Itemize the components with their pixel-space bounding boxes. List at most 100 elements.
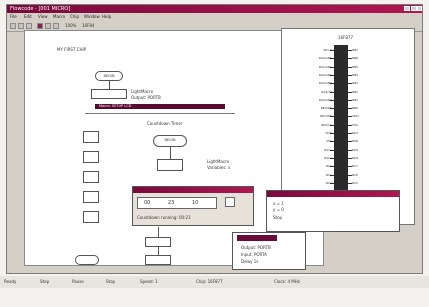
status-bar: Ready Step Pause Stop Speed: 1 Chip: 16F… xyxy=(0,276,429,288)
variable-item[interactable]: y = 0 xyxy=(273,207,284,212)
timer-hours: 00 xyxy=(144,200,151,206)
pin-leg xyxy=(330,174,334,176)
pin-label-right: RB7 xyxy=(352,48,359,52)
pin-label-left: RE2/CS xyxy=(321,122,332,127)
output-node[interactable] xyxy=(145,255,171,265)
connector xyxy=(109,81,110,89)
pin-label-right: RB3 xyxy=(352,81,359,86)
timer-seconds: 10 xyxy=(192,200,199,206)
pin-leg xyxy=(330,74,334,76)
pin-row: RA2/AN2 RB4 xyxy=(282,72,416,79)
timer-dialog-titlebar[interactable]: Timer xyxy=(133,187,253,203)
pin-label-right: RD4 xyxy=(352,155,359,160)
pin-row: RA1/AN1 RB5 xyxy=(282,64,416,71)
side-node[interactable] xyxy=(83,171,99,183)
pin-leg xyxy=(330,116,334,118)
pin-label-left: RA1/AN1 xyxy=(318,64,332,69)
menu-bar: File Edit View Macro Chip Window Help xyxy=(7,13,422,21)
pin-leg xyxy=(330,66,334,68)
window-title: Flowcode - [001 MICRO] xyxy=(10,6,71,12)
loop-sub: Output: PORTB xyxy=(131,95,161,100)
begin-node[interactable]: BEGIN xyxy=(95,71,123,81)
stop-link[interactable]: Stop xyxy=(273,215,282,220)
variables-dialog-titlebar[interactable]: Variables xyxy=(267,191,399,207)
timer-minutes: 23 xyxy=(168,200,175,206)
pin-label-left: MCLR xyxy=(323,48,332,52)
close-button[interactable] xyxy=(417,6,422,11)
flowchart-title: MY FIRST CHIP xyxy=(57,47,87,52)
pin-row: RC2 RC5 xyxy=(282,180,416,187)
call-sub: Variables: x xyxy=(207,165,231,170)
io-dialog-selection[interactable] xyxy=(237,235,277,241)
subroutine-title: Countdown Timer xyxy=(147,121,183,126)
checkbox[interactable] xyxy=(225,197,235,207)
call-node[interactable] xyxy=(157,159,183,171)
pin-label-right: VSS xyxy=(352,122,358,127)
clock-readout: Clock: 4 MHz xyxy=(274,279,300,284)
speed-readout: Speed: 1 xyxy=(140,279,158,284)
pin-label-left: RE0/RD xyxy=(320,106,332,111)
chip-title: 16F877 xyxy=(338,35,354,40)
zoom-level[interactable]: 100% xyxy=(65,22,76,30)
pin-label-left: VDD xyxy=(325,131,332,135)
pin-row: RE1/WR VDD xyxy=(282,113,416,120)
menu-chip[interactable]: Chip xyxy=(70,13,79,21)
pin-row: RA3/AN3 RB3 xyxy=(282,80,416,87)
menu-help[interactable]: Help xyxy=(102,13,111,21)
pause-icon[interactable] xyxy=(45,23,51,29)
side-node[interactable] xyxy=(83,151,99,163)
pin-label-left: RA0/AN0 xyxy=(318,56,332,61)
stop-icon[interactable] xyxy=(53,23,59,29)
save-icon[interactable] xyxy=(26,23,32,29)
loop-node[interactable] xyxy=(91,89,127,99)
connector xyxy=(158,227,159,237)
pin-leg xyxy=(330,124,334,126)
pin-label-left: RA4/T0 xyxy=(321,89,332,94)
pin-label-right: RC5 xyxy=(352,180,358,185)
pin-label-right: RD5 xyxy=(352,147,359,152)
pause-button[interactable]: Pause xyxy=(72,276,84,288)
begin-node-2[interactable]: BEGIN xyxy=(153,135,187,147)
menu-view[interactable]: View xyxy=(38,13,48,21)
pin-leg xyxy=(330,166,334,168)
pin-leg xyxy=(330,141,334,143)
menu-macro[interactable]: Macro xyxy=(53,13,65,21)
io-line: Delay 1s xyxy=(241,259,259,264)
menu-edit[interactable]: Edit xyxy=(24,13,32,21)
pin-label-right: RB4 xyxy=(352,72,359,77)
run-icon[interactable] xyxy=(37,23,43,29)
menu-file[interactable]: File xyxy=(10,13,17,21)
pin-label-right: RB2 xyxy=(352,89,359,94)
minimize-button[interactable] xyxy=(404,6,410,11)
pin-label-left: RA5/AN4 xyxy=(318,97,332,102)
pin-label-right: RC6 xyxy=(352,172,358,177)
menu-window[interactable]: Window xyxy=(84,13,100,21)
side-node[interactable] xyxy=(83,131,99,143)
connector xyxy=(158,247,159,255)
title-bar[interactable]: Flowcode - [001 MICRO] xyxy=(7,5,422,13)
side-node[interactable] xyxy=(83,211,99,223)
pin-row: RA5/AN4 RB1 xyxy=(282,97,416,104)
new-icon[interactable] xyxy=(10,23,16,29)
open-icon[interactable] xyxy=(18,23,24,29)
pin-row: OSC2 RD4 xyxy=(282,155,416,162)
stop-button[interactable]: Stop xyxy=(106,276,115,288)
selected-macro-bar[interactable]: Macro: SETUP LCD xyxy=(95,104,225,109)
pin-label-left: VSS xyxy=(288,138,332,145)
loop-label: LightMacro xyxy=(131,89,154,94)
pin-leg xyxy=(330,58,334,60)
pin-leg xyxy=(330,99,334,101)
step-button[interactable]: Step xyxy=(40,276,49,288)
connector xyxy=(170,147,171,159)
pin-row: VDD RD7 xyxy=(282,130,416,137)
pin-label-right: RC7 xyxy=(352,164,358,169)
pin-row: RC1 RC6 xyxy=(282,172,416,179)
side-node[interactable] xyxy=(83,191,99,203)
output-node[interactable] xyxy=(145,237,171,247)
chip-select[interactable]: 16F84 xyxy=(82,22,94,30)
pin-leg xyxy=(330,50,334,51)
end-node[interactable] xyxy=(75,255,99,265)
divider xyxy=(85,113,235,114)
pin-row: RA4/T0 RB2 xyxy=(282,89,416,96)
variable-item[interactable]: x = 1 xyxy=(273,201,284,206)
